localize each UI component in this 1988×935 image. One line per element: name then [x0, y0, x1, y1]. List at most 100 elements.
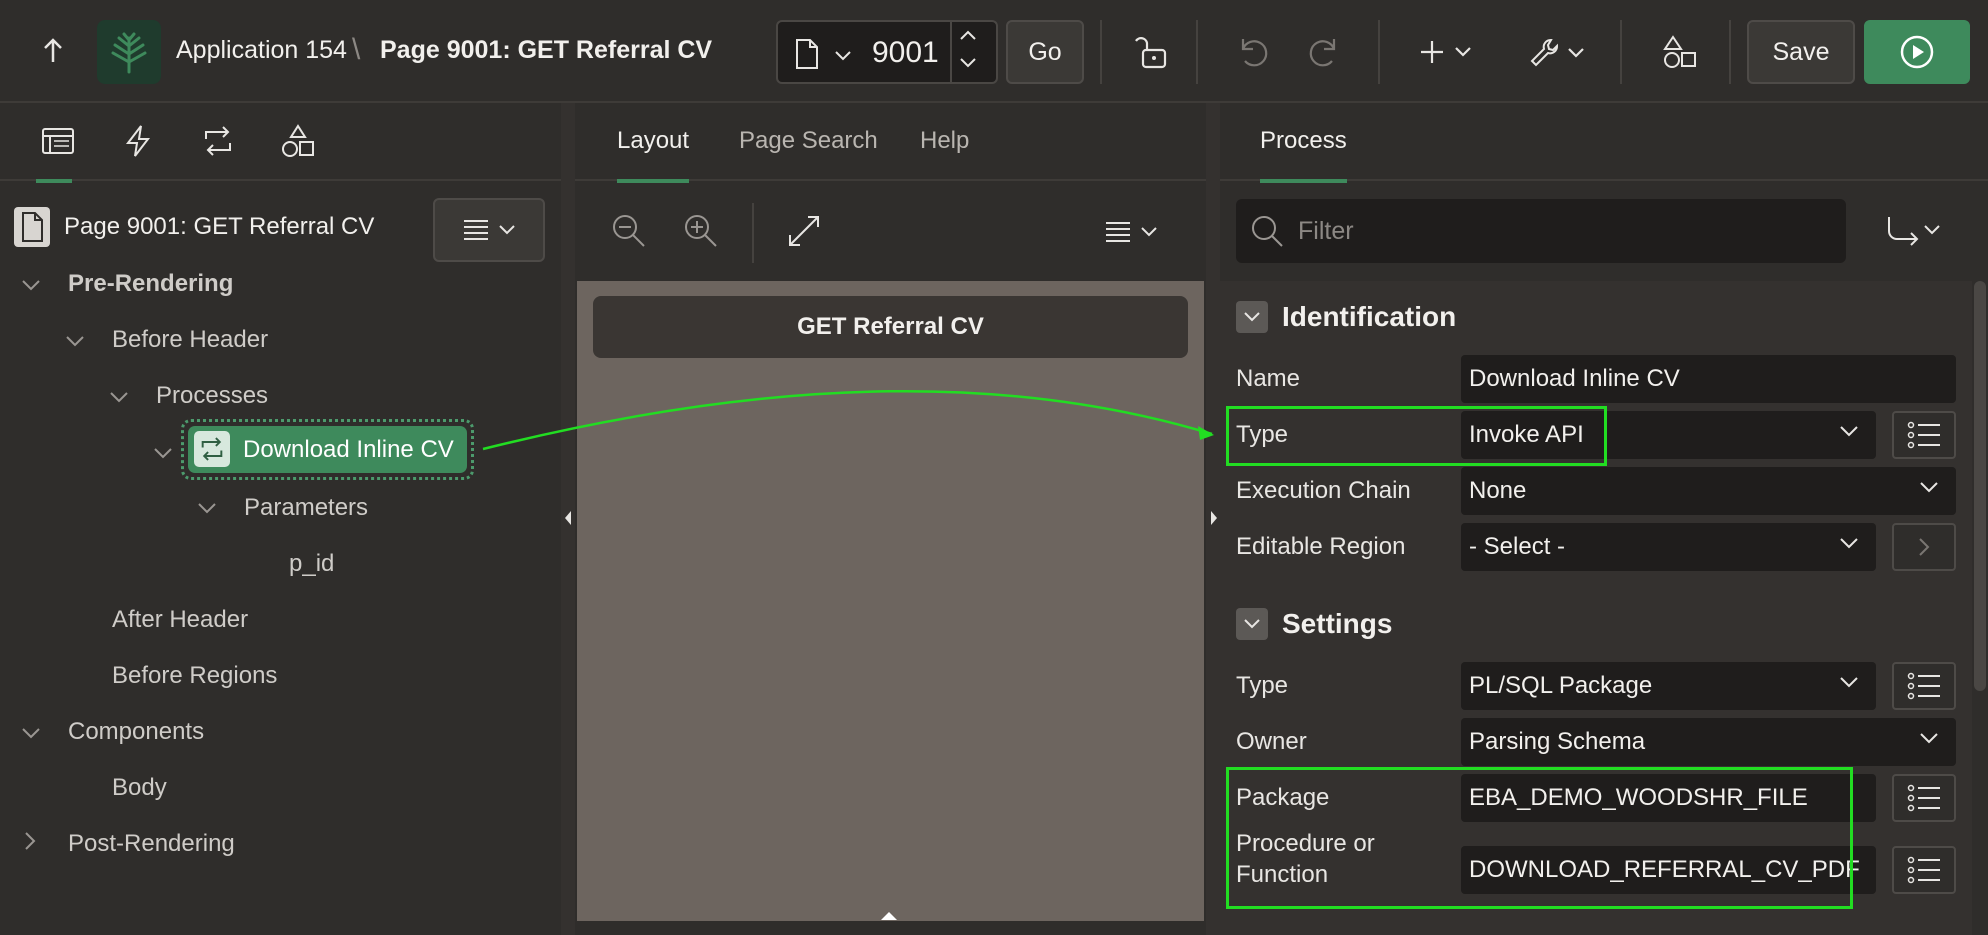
divider	[752, 203, 754, 263]
settings-type-select[interactable]: PL/SQL Package	[1461, 662, 1876, 710]
tree-node-pre-rendering[interactable]: Pre-Rendering	[68, 270, 233, 298]
editable-region-goto-button[interactable]	[1892, 523, 1956, 571]
go-to-group-button[interactable]	[1885, 213, 1965, 253]
tree-node-components[interactable]: Components	[68, 718, 204, 746]
tree-node-parameters[interactable]: Parameters	[244, 494, 368, 522]
tab-dynamic-actions[interactable]	[118, 121, 158, 161]
settings-type-value: PL/SQL Package	[1469, 672, 1653, 699]
tree-node-after-header[interactable]: After Header	[112, 606, 248, 634]
identification-header[interactable]: Identification	[1236, 295, 1456, 339]
package-list-button[interactable]	[1892, 774, 1956, 822]
zoom-in-icon[interactable]	[683, 213, 719, 249]
collapse-bottom-icon[interactable]	[880, 911, 898, 921]
shared-components-icon[interactable]	[1662, 30, 1698, 74]
filter-box	[1236, 199, 1846, 263]
go-button[interactable]: Go	[1006, 20, 1084, 84]
collapse-left-icon[interactable]	[563, 510, 573, 526]
chevron-down-icon[interactable]	[1141, 227, 1157, 237]
tree-node-body[interactable]: Body	[112, 774, 167, 802]
settings-header[interactable]: Settings	[1236, 602, 1392, 646]
chevron-up-icon[interactable]	[960, 28, 976, 46]
tree-node-p-id[interactable]: p_id	[289, 550, 334, 578]
save-button[interactable]: Save	[1747, 20, 1855, 84]
collapse-toggle-icon[interactable]	[1236, 301, 1268, 333]
editable-region-value: - Select -	[1469, 533, 1566, 560]
selected-node-label: Download Inline CV	[243, 436, 454, 463]
page-tree-root[interactable]: Page 9001: GET Referral CV	[14, 205, 374, 249]
tree-node-download-inline-cv[interactable]: Download Inline CV	[181, 419, 474, 480]
run-page-button[interactable]	[1864, 20, 1970, 84]
redo-icon[interactable]	[1307, 30, 1343, 74]
undo-icon[interactable]	[1234, 30, 1270, 74]
section-title: Identification	[1282, 301, 1457, 332]
tree-menu-button[interactable]	[433, 198, 545, 262]
tree-node-processes[interactable]: Processes	[156, 382, 268, 410]
chevron-right-icon[interactable]	[24, 832, 36, 855]
expand-icon[interactable]	[788, 215, 820, 247]
chevron-down-icon	[499, 225, 515, 235]
page-number-selector[interactable]: 9001	[776, 20, 998, 84]
procedure-list-button[interactable]	[1892, 846, 1956, 894]
chevron-down-icon[interactable]	[22, 278, 40, 296]
collapse-right-icon[interactable]	[1209, 510, 1219, 526]
middle-tabs: Layout Page Search Help	[575, 103, 1206, 183]
chevron-down-icon[interactable]	[154, 446, 172, 464]
tree-node-before-header[interactable]: Before Header	[112, 326, 268, 354]
region-title-bar[interactable]: GET Referral CV	[593, 296, 1188, 358]
page-document-icon	[794, 38, 820, 75]
layout-canvas: GET Referral CV	[577, 281, 1204, 921]
left-pane-tabs	[0, 103, 561, 183]
tab-processing[interactable]	[198, 121, 238, 161]
execution-chain-select[interactable]: None	[1461, 467, 1956, 515]
divider	[950, 22, 952, 82]
chevron-down-icon	[1920, 482, 1938, 493]
tab-layout[interactable]: Layout	[617, 127, 690, 183]
chevron-down-icon[interactable]	[835, 48, 851, 66]
chevron-down-icon[interactable]	[110, 390, 128, 408]
menu-lines-icon[interactable]	[1105, 221, 1131, 243]
zoom-out-icon[interactable]	[611, 213, 647, 249]
tab-shared-components[interactable]	[278, 121, 318, 161]
breadcrumb-app[interactable]: Application 154	[176, 36, 347, 65]
collapse-toggle-icon[interactable]	[1236, 608, 1268, 640]
tab-page-search[interactable]: Page Search	[739, 127, 878, 155]
selected-node-highlight: Download Inline CV	[188, 426, 467, 473]
type-highlight-box	[1226, 406, 1607, 466]
menu-lines-icon	[464, 220, 488, 240]
tab-help[interactable]: Help	[920, 127, 969, 155]
layout-pane: Layout Page Search Help GET Referral CV	[575, 103, 1206, 935]
goto-arrow-icon	[1888, 217, 1940, 246]
top-toolbar: Application 154 \ Page 9001: GET Referra…	[0, 0, 1988, 103]
processing-icon	[205, 126, 231, 156]
rendering-icon	[42, 128, 74, 154]
up-arrow-icon[interactable]	[36, 34, 70, 68]
tab-process[interactable]: Process	[1260, 127, 1347, 183]
unlock-icon[interactable]	[1134, 30, 1170, 74]
app-logo-icon[interactable]	[97, 20, 161, 84]
chevron-down-icon[interactable]	[22, 726, 40, 744]
divider	[1620, 20, 1622, 84]
search-icon	[1252, 216, 1283, 247]
divider	[1196, 20, 1198, 84]
shared-components-icon	[282, 124, 314, 157]
tree-node-post-rendering[interactable]: Post-Rendering	[68, 830, 235, 858]
name-field[interactable]: Download Inline CV	[1461, 355, 1956, 403]
type-list-button[interactable]	[1892, 411, 1956, 459]
settings-type-list-button[interactable]	[1892, 662, 1956, 710]
page-number-input[interactable]: 9001	[872, 36, 939, 70]
utilities-wrench-icon[interactable]	[1528, 30, 1592, 74]
play-icon	[1900, 35, 1934, 69]
right-splitter[interactable]	[1206, 103, 1220, 935]
filter-input[interactable]	[1298, 199, 1838, 263]
chevron-down-icon[interactable]	[960, 56, 976, 74]
execution-chain-value: None	[1469, 477, 1527, 504]
owner-select[interactable]: Parsing Schema	[1461, 718, 1956, 766]
breadcrumb-page: Page 9001: GET Referral CV	[380, 36, 713, 64]
tree-node-before-regions[interactable]: Before Regions	[112, 662, 277, 690]
vertical-scrollbar[interactable]	[1974, 281, 1986, 691]
tab-rendering[interactable]	[36, 121, 78, 183]
editable-region-select[interactable]: - Select -	[1461, 523, 1876, 571]
left-splitter[interactable]	[561, 103, 575, 935]
create-menu-icon[interactable]	[1418, 30, 1482, 74]
chevron-down-icon[interactable]	[66, 334, 84, 352]
